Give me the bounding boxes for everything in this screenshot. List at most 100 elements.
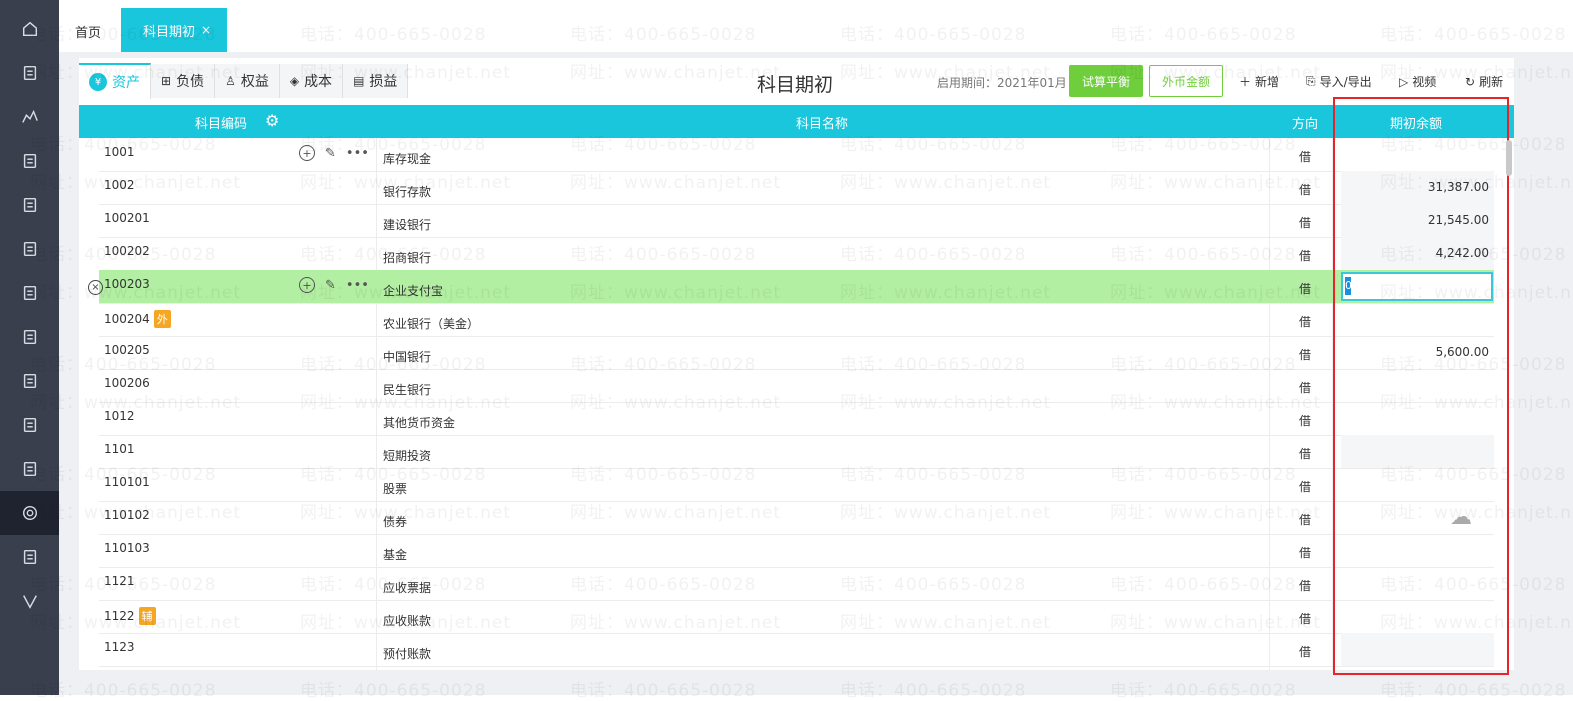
account-name: 农业银行（美金） xyxy=(383,317,480,331)
money-bag-icon[interactable] xyxy=(0,139,59,183)
table-row[interactable]: 1122 辅 应收账款 借 xyxy=(99,600,1494,634)
table-row[interactable]: 1121 应收票据 借 xyxy=(99,567,1494,601)
refresh-button[interactable]: ↻ 刷新 xyxy=(1465,73,1503,90)
col-code: 科目编码 xyxy=(195,117,248,132)
page-title: 科目期初 xyxy=(757,74,834,96)
table-row[interactable]: 100204 外 农业银行（美金） 借 xyxy=(99,303,1494,337)
account-name: 短期投资 xyxy=(383,449,432,463)
balance-direction: 借 xyxy=(1299,183,1312,197)
film-icon[interactable] xyxy=(0,535,59,579)
chart-icon[interactable] xyxy=(0,95,59,139)
account-name: 中国银行 xyxy=(383,350,432,364)
home-icon[interactable] xyxy=(0,7,59,51)
account-code: 100203 xyxy=(104,277,150,291)
sidebar xyxy=(0,0,59,695)
balance-direction: 借 xyxy=(1299,216,1312,230)
category-tab-0[interactable]: ¥ 资产 xyxy=(79,63,151,99)
table-row[interactable]: 1001 + ✎ ••• 库存现金 借 xyxy=(99,138,1494,172)
voucher-icon[interactable] xyxy=(0,51,59,95)
invoice-icon[interactable] xyxy=(0,315,59,359)
annotation-box xyxy=(1333,97,1509,675)
balance-direction: 借 xyxy=(1299,249,1312,263)
start-period: 启用期间：2021年01月 xyxy=(937,76,1067,90)
balance-direction: 借 xyxy=(1299,480,1312,494)
scrollbar[interactable] xyxy=(1506,140,1512,176)
table-row[interactable]: 1002 银行存款借 31,387.00 xyxy=(99,171,1494,205)
category-tab-1[interactable]: ⊞ 负债 xyxy=(151,64,216,98)
balance-direction: 借 xyxy=(1299,612,1312,626)
account-name: 债券 xyxy=(383,515,408,529)
edit-icon[interactable]: ✎ xyxy=(325,278,336,293)
category-label: 损益 xyxy=(369,74,398,90)
close-icon[interactable]: × xyxy=(201,23,211,37)
gear-icon[interactable]: ⚙ xyxy=(265,111,279,130)
table-row[interactable]: 100206 民生银行 借 xyxy=(99,369,1494,403)
category-label: 资产 xyxy=(112,75,140,91)
import-export-button[interactable]: ⎘ 导入/导出 xyxy=(1306,73,1372,90)
category-tab-4[interactable]: ▤ 损益 xyxy=(343,64,409,98)
table-row[interactable]: 100201 建设银行借 21,545.00 xyxy=(99,204,1494,238)
row-actions: + ✎ ••• xyxy=(299,145,369,161)
table-row[interactable]: 1012 其他货币资金 借 xyxy=(99,402,1494,436)
category-tab-3[interactable]: ◈ 成本 xyxy=(279,64,344,98)
balance-direction: 借 xyxy=(1299,348,1312,362)
add-circle-icon[interactable]: + xyxy=(299,277,315,293)
account-name: 其他货币资金 xyxy=(383,416,456,430)
category-tab-2[interactable]: ♙ 权益 xyxy=(215,64,280,98)
video-button[interactable]: ▷ 视频 xyxy=(1399,73,1436,90)
ledger-icon[interactable] xyxy=(0,183,59,227)
table-row[interactable]: 1101 短期投资 借 xyxy=(99,435,1494,469)
col-direction: 方向 xyxy=(1292,117,1319,132)
account-code: 1001 xyxy=(104,145,135,159)
tab-home[interactable]: 首页 xyxy=(75,22,101,41)
hand-coin-icon[interactable] xyxy=(0,359,59,403)
category-tabs: ¥ 资产 ⊞ 负债 ♙ 权益 ◈ 成本 ▤ 损益 xyxy=(79,58,409,104)
balance-direction: 借 xyxy=(1299,381,1312,395)
account-code: 100205 xyxy=(104,343,150,357)
table-row[interactable]: 110103 基金 借 xyxy=(99,534,1494,568)
account-code: 1012 xyxy=(104,409,135,423)
account-name: 应收账款 xyxy=(383,614,432,628)
category-label: 负债 xyxy=(176,74,205,90)
balance-direction: 借 xyxy=(1299,447,1312,461)
table-row[interactable]: 100205 中国银行借 5,600.00 xyxy=(99,336,1494,370)
table-row[interactable]: 1123 预付账款 借 xyxy=(99,633,1494,667)
table-row[interactable]: 110101 股票 借 xyxy=(99,468,1494,502)
foreign-amount-button[interactable]: 外币金额 xyxy=(1149,65,1223,97)
plus-icon: ＋ xyxy=(1239,75,1252,89)
table-row[interactable]: 100202 招商银行借 4,242.00 xyxy=(99,237,1494,271)
balance-direction: 借 xyxy=(1299,150,1312,164)
category-icon: ♙ xyxy=(225,74,236,88)
add-circle-icon[interactable]: + xyxy=(299,145,315,161)
account-name: 库存现金 xyxy=(383,152,432,166)
import-icon: ⎘ xyxy=(1306,74,1316,88)
more-icon[interactable]: ••• xyxy=(346,146,369,161)
table-row[interactable]: 100203 + ✎ ••• × 企业支付宝借 0 xyxy=(88,270,1494,304)
account-code: 1123 xyxy=(104,640,135,654)
tab-opening-balance[interactable]: 科目期初 × xyxy=(121,8,227,52)
account-name: 建设银行 xyxy=(383,218,432,232)
category-icon: ¥ xyxy=(89,73,107,91)
col-name: 科目名称 xyxy=(796,117,849,132)
account-name: 股票 xyxy=(383,482,408,496)
balance-direction: 借 xyxy=(1299,513,1312,527)
building-icon[interactable] xyxy=(0,271,59,315)
report-icon[interactable] xyxy=(0,227,59,271)
inbox-icon[interactable] xyxy=(0,447,59,491)
trial-balance-button[interactable]: 试算平衡 xyxy=(1069,65,1143,97)
account-badge: 辅 xyxy=(138,607,156,625)
delete-icon[interactable]: × xyxy=(88,280,103,295)
more-icon[interactable]: ••• xyxy=(346,278,369,293)
settings-icon[interactable] xyxy=(0,491,59,535)
table-row[interactable]: 110102 债券 借 xyxy=(99,501,1494,535)
account-code: 110101 xyxy=(104,475,150,489)
account-code: 100202 xyxy=(104,244,150,258)
edit-icon[interactable]: ✎ xyxy=(325,146,336,161)
v-logo-icon[interactable] xyxy=(0,579,59,623)
category-label: 权益 xyxy=(240,74,269,90)
account-name: 应收票据 xyxy=(383,581,432,595)
tax-icon[interactable] xyxy=(0,403,59,447)
category-icon: ⊞ xyxy=(161,74,172,88)
add-button[interactable]: ＋新增 xyxy=(1239,73,1279,90)
account-code: 1101 xyxy=(104,442,135,456)
